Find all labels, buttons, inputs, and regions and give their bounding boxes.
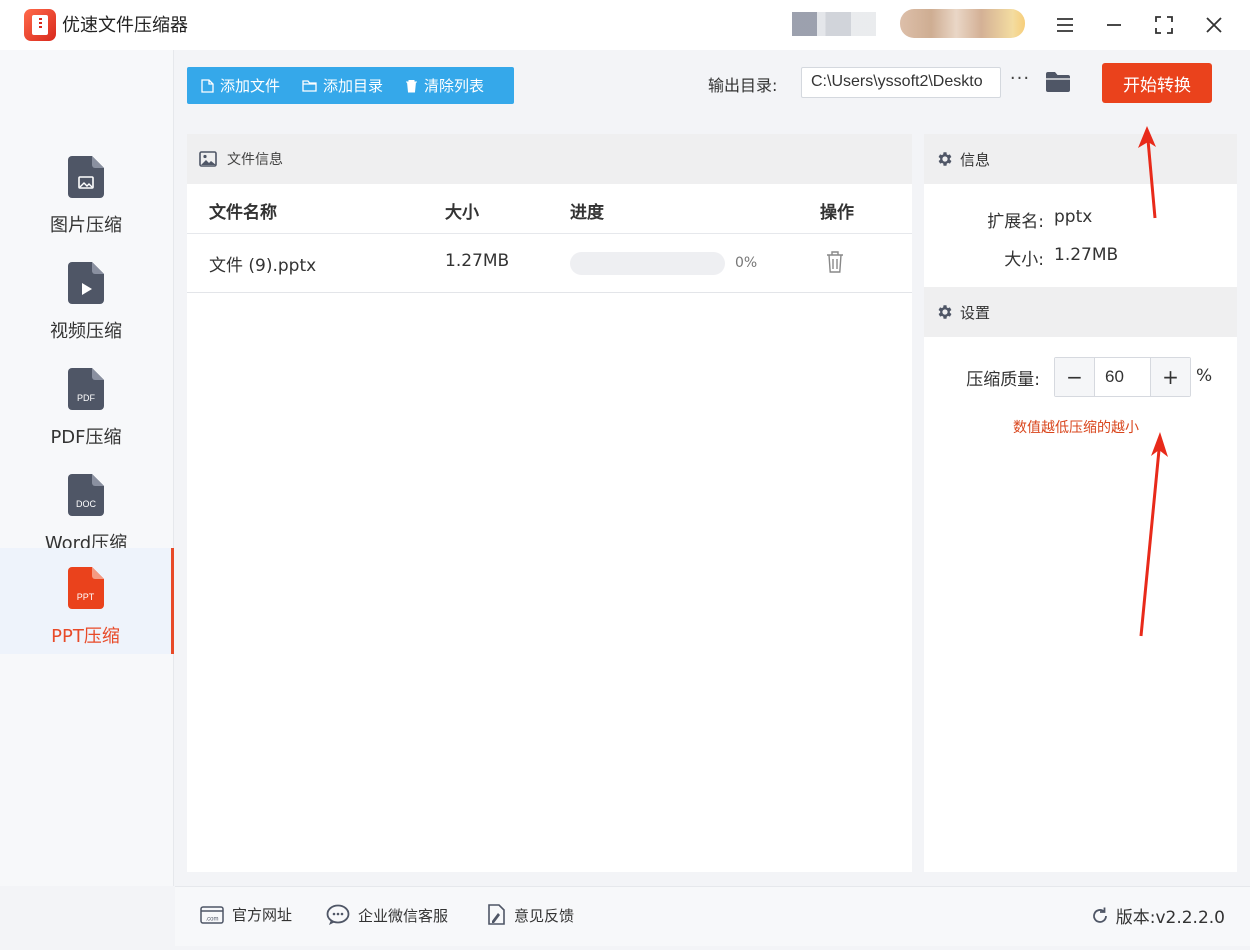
version-label: 版本:v2.2.2.0	[1115, 908, 1225, 928]
pdf-file-icon: PDF	[68, 368, 104, 410]
folder-icon	[302, 79, 317, 92]
quality-input[interactable]: 60	[1094, 358, 1151, 396]
more-options-button[interactable]: ···	[1008, 68, 1032, 96]
quality-stepper[interactable]: − 60 +	[1054, 357, 1191, 397]
wechat-label: 企业微信客服	[358, 906, 449, 925]
doc-file-icon: DOC	[68, 474, 104, 516]
add-file-label: 添加文件	[220, 77, 281, 95]
table-row[interactable]: 文件 (9).pptx 1.27MB 0%	[187, 234, 912, 293]
doc-tag: DOC	[76, 499, 96, 509]
trash-icon	[406, 79, 418, 92]
maximize-icon[interactable]	[1146, 7, 1182, 43]
close-icon[interactable]	[1196, 7, 1232, 43]
open-folder-icon[interactable]	[1045, 70, 1071, 94]
feedback-label: 意见反馈	[514, 906, 575, 925]
svg-text:.com: .com	[205, 916, 218, 922]
start-convert-button[interactable]: 开始转换	[1102, 63, 1212, 103]
version-info[interactable]: 版本:v2.2.2.0	[1090, 903, 1225, 928]
gear-icon	[938, 152, 952, 166]
menu-icon[interactable]	[1047, 7, 1083, 43]
gear-icon	[938, 305, 952, 319]
percent-unit: %	[1196, 366, 1213, 386]
add-folder-button[interactable]: 添加目录	[302, 67, 383, 104]
size-value: 1.27MB	[1054, 245, 1119, 265]
file-list-panel: 文件信息 文件名称 大小 进度 操作 文件 (9).pptx 1.27MB 0%	[187, 134, 912, 872]
footer: .com 官方网址 企业微信客服 意见反馈 版本:v2.2.2.0	[175, 886, 1250, 946]
right-panel: 信息 扩展名: pptx 大小: 1.27MB 设置 压缩质量: − 60 + …	[924, 134, 1237, 872]
col-size: 大小	[445, 203, 479, 223]
quality-hint: 数值越低压缩的越小	[1013, 420, 1139, 436]
progress-percent: 0%	[735, 255, 758, 271]
website-icon: .com	[200, 905, 224, 924]
file-panel-title: 文件信息	[227, 152, 283, 168]
ext-label: 扩展名:	[987, 212, 1044, 232]
ppt-tag: PPT	[76, 592, 95, 602]
website-link[interactable]: .com 官方网址	[200, 904, 292, 925]
image-file-icon	[68, 156, 104, 198]
sidebar-item-pdf[interactable]: PDF PDF压缩	[0, 349, 172, 455]
quality-label: 压缩质量:	[966, 370, 1040, 390]
blurred-avatar-area	[792, 12, 876, 36]
settings-header: 设置	[924, 287, 1237, 337]
settings-title: 设置	[960, 303, 991, 322]
sidebar-item-ppt[interactable]: PPT PPT压缩	[0, 548, 174, 654]
pdf-tag: PDF	[77, 393, 95, 403]
add-file-button[interactable]: 添加文件	[201, 67, 280, 104]
clear-list-button[interactable]: 清除列表	[405, 67, 484, 104]
col-name: 文件名称	[209, 203, 277, 223]
ext-value: pptx	[1054, 207, 1093, 227]
minimize-icon[interactable]	[1096, 7, 1132, 43]
feedback-icon	[488, 904, 505, 925]
col-action: 操作	[820, 203, 854, 223]
sidebar-item-label: 图片压缩	[50, 215, 122, 236]
output-dir-input[interactable]: C:\Users\yssoft2\Deskto	[801, 67, 1001, 98]
chat-icon	[326, 904, 350, 925]
col-progress: 进度	[570, 203, 604, 223]
sidebar-item-label: 视频压缩	[50, 321, 122, 342]
sidebar-item-image[interactable]: 图片压缩	[0, 137, 172, 243]
app-logo-icon	[24, 9, 56, 41]
title-bar: 优速文件压缩器	[0, 0, 1250, 50]
refresh-icon	[1092, 907, 1107, 923]
file-panel-header: 文件信息	[187, 134, 912, 184]
file-size-cell: 1.27MB	[445, 251, 510, 271]
increase-button[interactable]: +	[1151, 358, 1190, 396]
info-title: 信息	[960, 150, 991, 169]
video-file-icon	[68, 262, 104, 304]
ppt-file-icon: PPT	[67, 567, 104, 609]
blurred-user-badge[interactable]	[900, 9, 1025, 38]
file-icon	[201, 78, 214, 93]
sidebar-item-video[interactable]: 视频压缩	[0, 243, 172, 349]
feedback-link[interactable]: 意见反馈	[486, 904, 574, 926]
info-header: 信息	[924, 134, 1237, 184]
image-icon	[199, 151, 217, 167]
delete-row-icon[interactable]	[825, 250, 845, 274]
decrease-button[interactable]: −	[1055, 358, 1094, 396]
sidebar: 图片压缩 视频压缩 PDF PDF压缩 DOC Word压缩 PPT PPT压缩	[0, 50, 174, 886]
wechat-service-link[interactable]: 企业微信客服	[326, 904, 448, 926]
progress-bar	[570, 252, 725, 275]
clear-list-label: 清除列表	[424, 77, 485, 95]
app-title: 优速文件压缩器	[62, 15, 188, 36]
output-dir-label: 输出目录:	[708, 76, 778, 95]
table-header: 文件名称 大小 进度 操作	[187, 184, 912, 234]
size-label: 大小:	[1004, 250, 1044, 270]
website-label: 官方网址	[232, 906, 293, 924]
file-name-cell: 文件 (9).pptx	[209, 256, 317, 276]
sidebar-item-word[interactable]: DOC Word压缩	[0, 455, 172, 561]
add-folder-label: 添加目录	[323, 77, 384, 95]
toolbar: 添加文件 添加目录 清除列表	[187, 67, 514, 104]
sidebar-item-label: PDF压缩	[50, 427, 122, 448]
sidebar-item-label: PPT压缩	[51, 626, 120, 647]
